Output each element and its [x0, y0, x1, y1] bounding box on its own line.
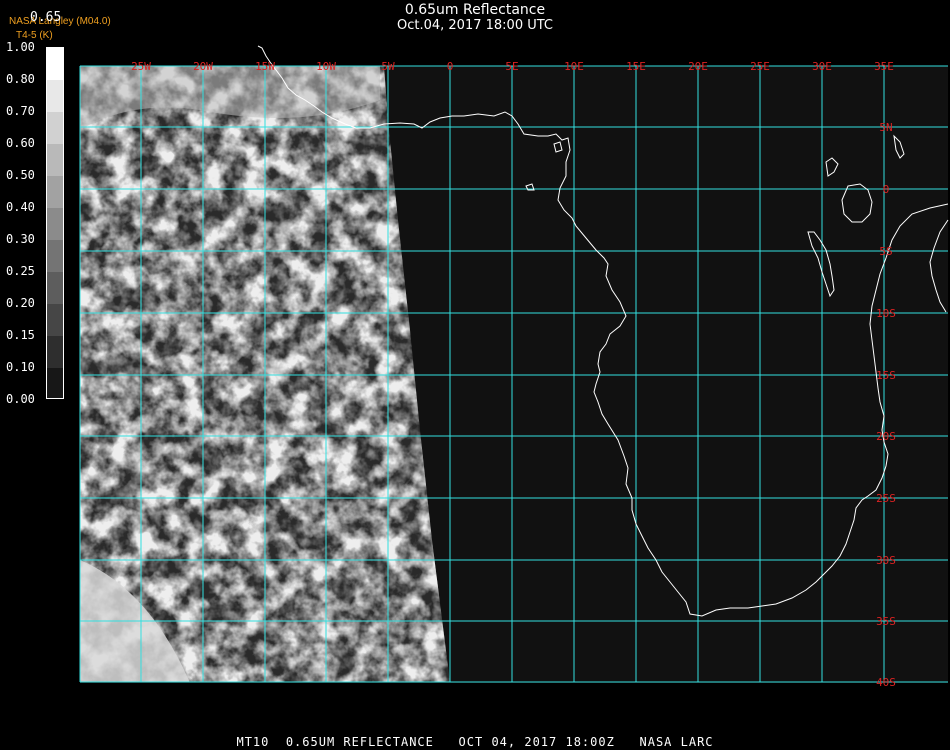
- latitude-label: 5N: [879, 121, 892, 134]
- footer-caption: MT10 0.65UM REFLECTANCE OCT 04, 2017 18:…: [236, 735, 714, 749]
- latitude-label: 15S: [876, 369, 896, 382]
- longitude-label: 15E: [626, 60, 646, 73]
- latitude-label: 0: [883, 183, 890, 196]
- latitude-label: 30S: [876, 554, 896, 567]
- longitude-label: 20W: [193, 60, 213, 73]
- longitude-label: 0: [447, 60, 454, 73]
- longitude-label: 35E: [874, 60, 894, 73]
- latitude-label: 10S: [876, 307, 896, 320]
- longitude-label: 10E: [564, 60, 584, 73]
- longitude-label: 30E: [812, 60, 832, 73]
- longitude-label: 25W: [131, 60, 151, 73]
- satellite-map: 25W 20W 15W 10W 5W 0 5E 10E 15E 20E 25E 30E 35E 5N 0 5…: [79, 45, 949, 689]
- longitude-label: 20E: [688, 60, 708, 73]
- latitude-label: 25S: [876, 492, 896, 505]
- latitude-label: 40S: [876, 676, 896, 689]
- latitude-label: 5S: [879, 245, 892, 258]
- longitude-label: 25E: [750, 60, 770, 73]
- latitude-label: 20S: [876, 430, 896, 443]
- longitude-label: 15W: [255, 60, 275, 73]
- longitude-label: 10W: [316, 60, 336, 73]
- longitude-label: 5W: [381, 60, 395, 73]
- longitude-label: 5E: [505, 60, 518, 73]
- latitude-label: 35S: [876, 615, 896, 628]
